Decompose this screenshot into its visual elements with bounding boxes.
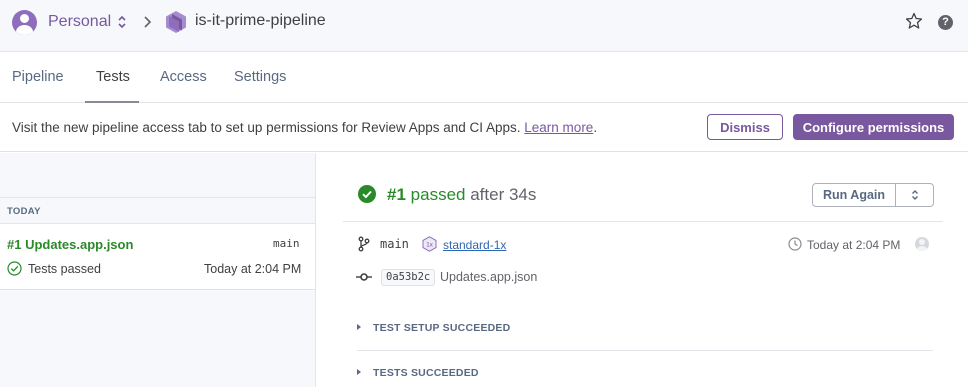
- learn-more-link[interactable]: Learn more: [524, 120, 593, 135]
- section-label: TEST SETUP SUCCEEDED: [373, 322, 511, 334]
- divider: [357, 350, 933, 351]
- tab-access[interactable]: Access: [160, 69, 207, 85]
- test-runs-sidebar: TODAY #1 Updates.app.json main Tests pas…: [0, 153, 316, 387]
- dyno-size-link[interactable]: standard-1x: [443, 238, 506, 252]
- top-bar: Personal is-it-prime-pipeline ?: [0, 0, 968, 52]
- caret-right-icon: [357, 324, 361, 330]
- commit-message: Updates.app.json: [440, 270, 538, 284]
- run-status: Tests passed: [28, 262, 101, 276]
- banner-text: Visit the new pipeline access tab to set…: [12, 120, 525, 135]
- tests-section[interactable]: TESTS SUCCEEDED: [357, 367, 479, 379]
- permissions-banner: Visit the new pipeline access tab to set…: [0, 103, 968, 152]
- git-commit-icon: [356, 273, 372, 281]
- chevron-up-down-icon: [911, 190, 918, 200]
- git-branch-icon: [358, 236, 370, 252]
- chevron-up-down-icon[interactable]: [117, 14, 127, 30]
- banner-message: Visit the new pipeline access tab to set…: [12, 120, 597, 135]
- caret-right-icon: [357, 369, 361, 375]
- pipeline-name[interactable]: is-it-prime-pipeline: [195, 12, 326, 30]
- run-again-button[interactable]: Run Again: [813, 184, 896, 206]
- pipeline-hex-icon: [166, 11, 186, 33]
- tab-pipeline[interactable]: Pipeline: [12, 69, 64, 85]
- account-switcher-label[interactable]: Personal: [48, 13, 111, 31]
- user-avatar-icon: [915, 237, 929, 251]
- run-duration: after 34s: [470, 185, 537, 204]
- dismiss-button[interactable]: Dismiss: [707, 114, 783, 140]
- commit-sha[interactable]: 0a53b2c: [381, 269, 436, 286]
- list-item[interactable]: #1 Updates.app.json main Tests passed To…: [0, 224, 315, 290]
- configure-permissions-button[interactable]: Configure permissions: [793, 114, 954, 140]
- run-branch: main: [273, 237, 300, 250]
- tab-settings[interactable]: Settings: [234, 69, 286, 85]
- run-timestamp: Today at 2:04 PM: [807, 238, 901, 252]
- pipeline-tabs: Pipeline Tests Access Settings: [0, 52, 968, 103]
- dyno-size-icon: 1x: [422, 236, 437, 252]
- check-circle-outline-icon: [7, 261, 22, 276]
- sidebar-group-header: TODAY: [0, 197, 315, 224]
- run-heading: #1 passed after 34s: [387, 185, 536, 205]
- clock-icon: [788, 237, 802, 251]
- run-number: #1: [387, 185, 406, 204]
- run-again-menu-button[interactable]: [896, 184, 933, 206]
- dyno-badge-text: 1x: [426, 242, 434, 249]
- check-circle-filled-icon: [358, 185, 376, 203]
- run-status: passed: [410, 185, 466, 204]
- test-run-detail: #1 passed after 34s Run Again main 1x st…: [316, 153, 968, 387]
- section-label: TESTS SUCCEEDED: [373, 367, 479, 379]
- banner-suffix: .: [593, 120, 598, 135]
- user-avatar-icon[interactable]: [12, 10, 37, 35]
- tab-tests[interactable]: Tests: [96, 69, 130, 85]
- divider: [343, 221, 943, 222]
- help-icon[interactable]: ?: [938, 15, 953, 30]
- run-again-button-group: Run Again: [812, 183, 934, 207]
- run-time: Today at 2:04 PM: [204, 262, 302, 276]
- star-icon[interactable]: [905, 12, 923, 30]
- test-setup-section[interactable]: TEST SETUP SUCCEEDED: [357, 322, 510, 334]
- branch-name: main: [380, 237, 409, 251]
- chevron-right-icon: [144, 16, 152, 28]
- run-title: #1 Updates.app.json: [7, 237, 134, 252]
- sidebar-group-label: TODAY: [7, 206, 41, 217]
